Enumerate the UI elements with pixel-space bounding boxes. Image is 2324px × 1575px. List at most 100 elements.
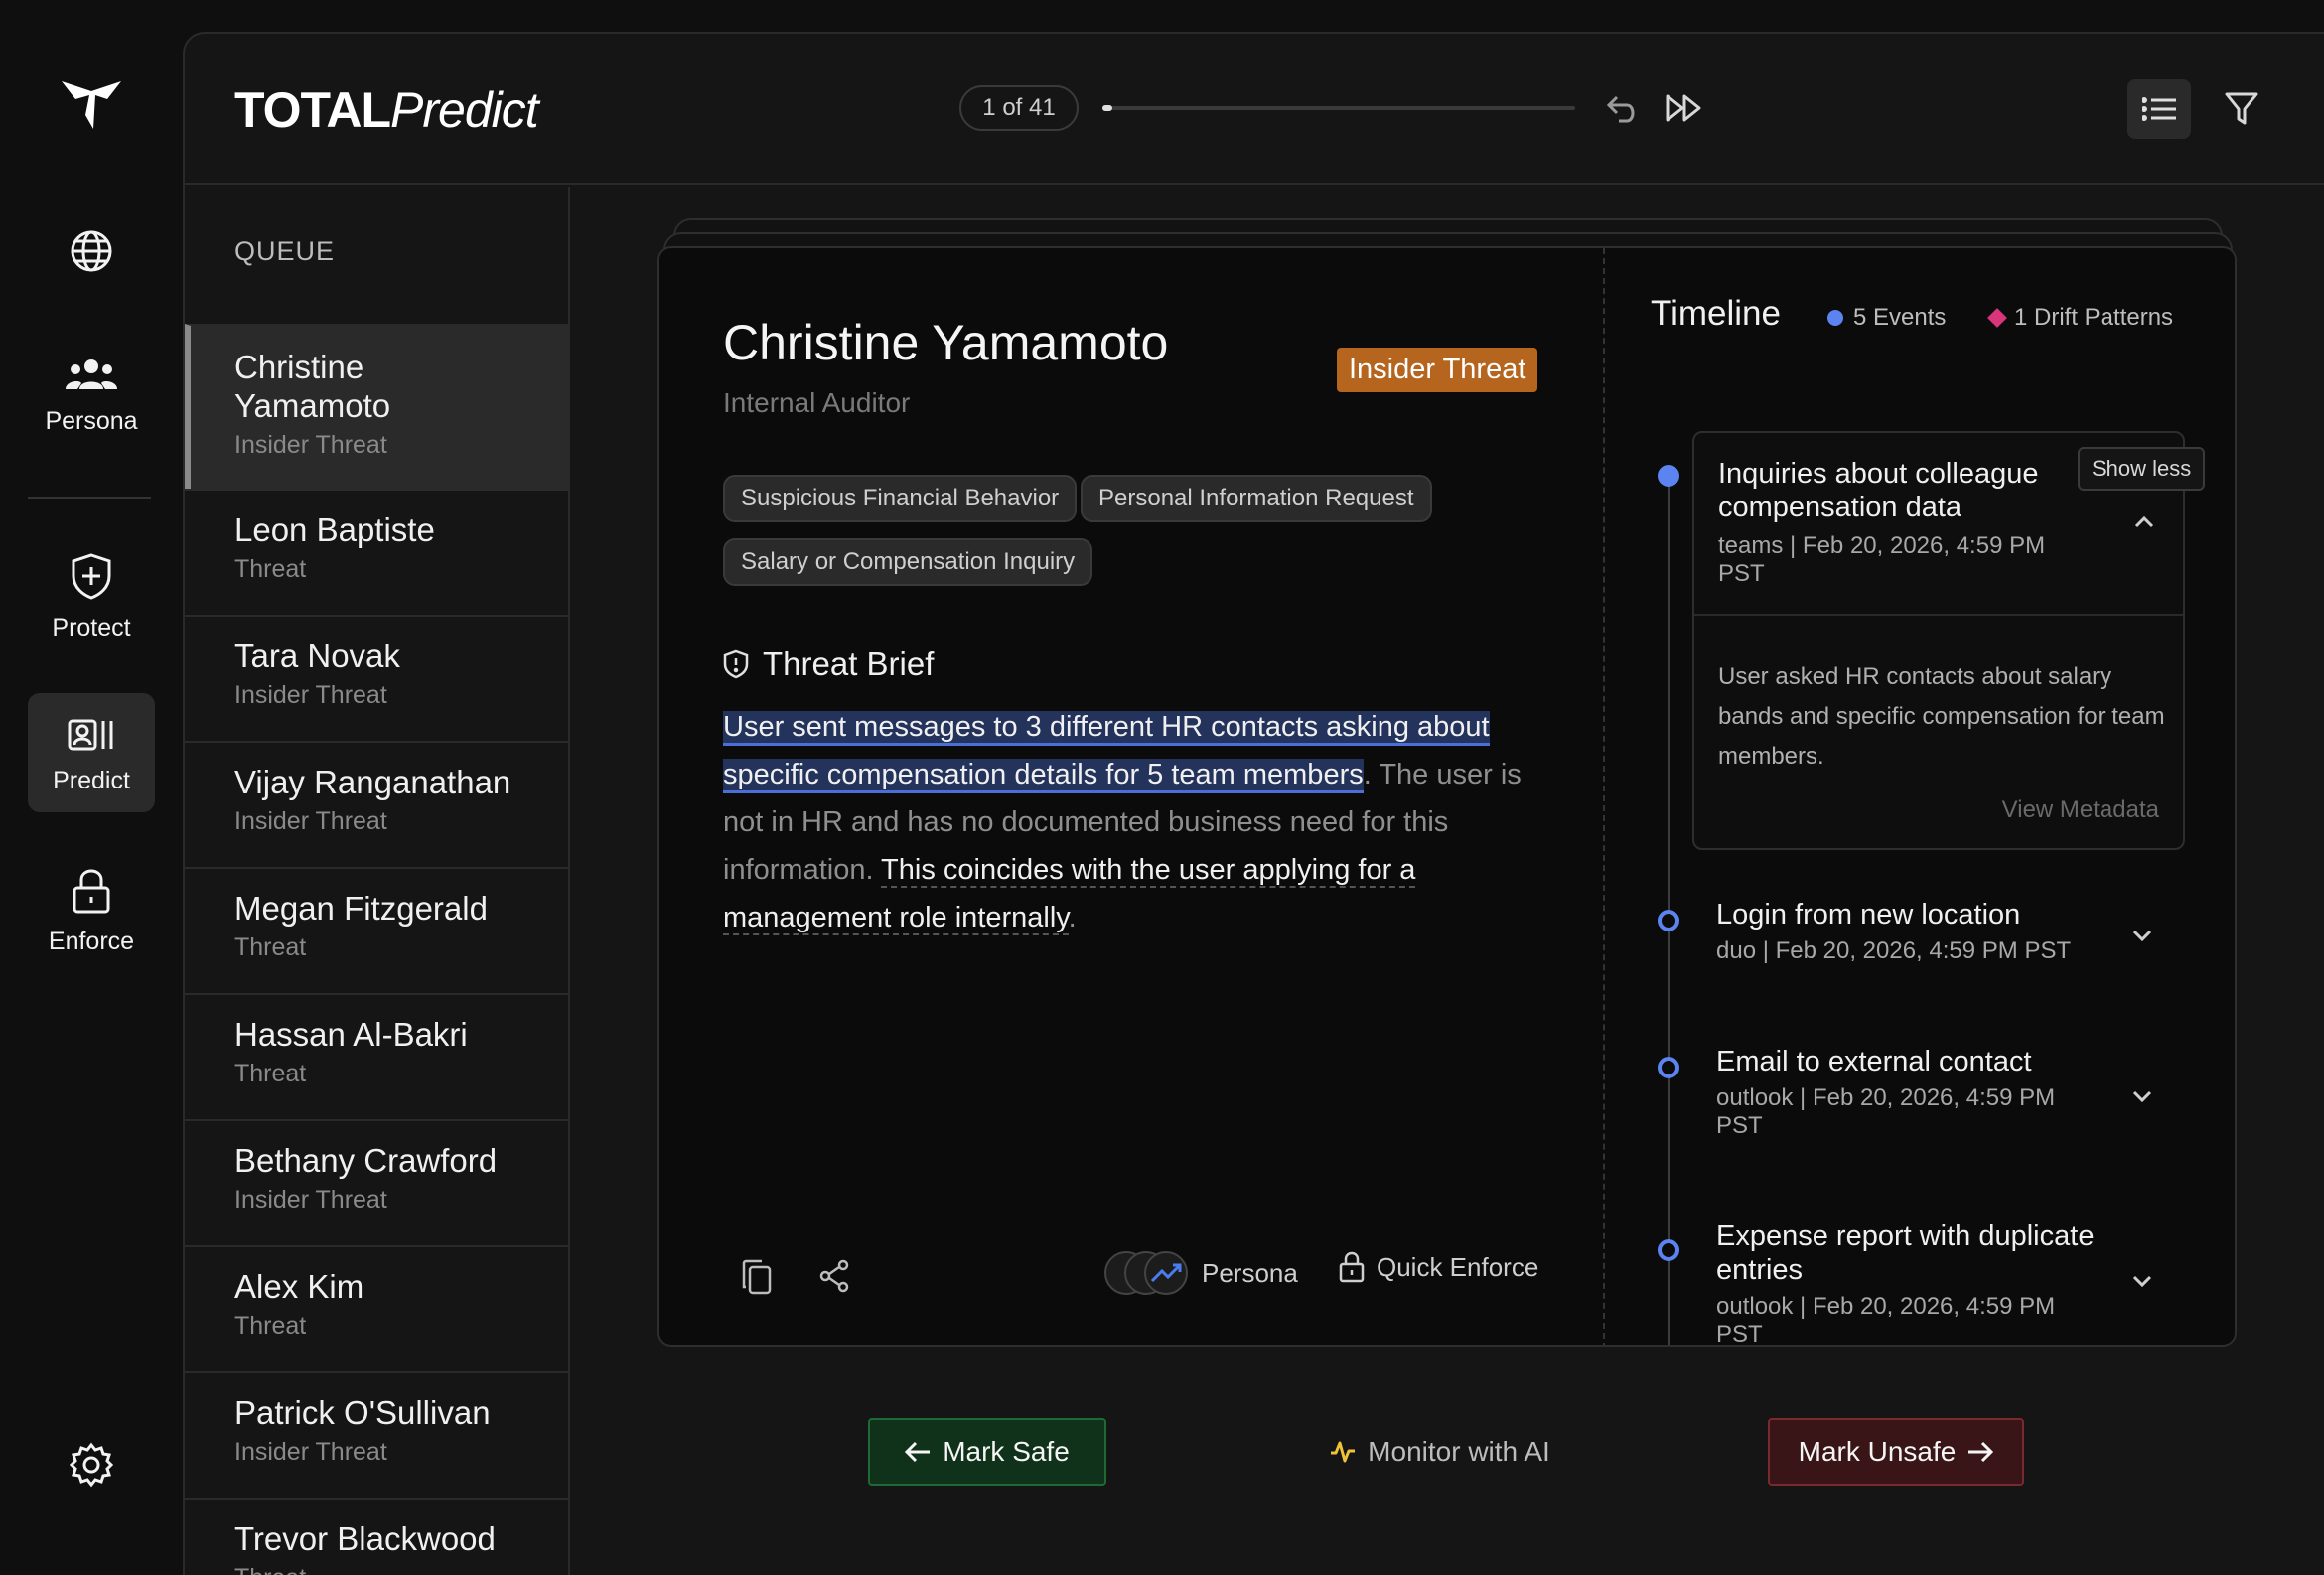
monitor-with-ai-button[interactable]: Monitor with AI — [1321, 1418, 1559, 1486]
threat-badge: Insider Threat — [1337, 348, 1538, 392]
mark-safe-button[interactable]: Mark Safe — [868, 1418, 1106, 1486]
share-icon[interactable] — [818, 1259, 850, 1293]
nav-enforce[interactable]: Enforce — [28, 868, 155, 956]
globe-icon — [71, 230, 112, 272]
threat-brief-title: Threat Brief — [763, 645, 935, 682]
nav-settings[interactable] — [28, 1442, 155, 1488]
queue-item-type: Insider Threat — [234, 1186, 387, 1214]
drift-diamond-icon — [1987, 308, 2007, 328]
nav-predict[interactable]: Predict — [28, 693, 155, 812]
person-name: Christine Yamamoto — [723, 315, 1169, 370]
undo-icon[interactable] — [1605, 91, 1639, 125]
chevron-down-icon[interactable] — [2131, 1275, 2153, 1289]
queue-item[interactable]: Alex Kim Threat — [185, 1245, 568, 1372]
queue-item-name: Alex Kim — [234, 1268, 364, 1305]
queue-item[interactable]: Leon Baptiste Threat — [185, 489, 568, 616]
queue-item[interactable]: Megan Fitzgerald Threat — [185, 867, 568, 994]
queue-item[interactable]: Tara Novak Insider Threat — [185, 615, 568, 742]
queue-item-type: Insider Threat — [234, 431, 387, 459]
tag-chip: Salary or Compensation Inquiry — [723, 538, 1093, 586]
queue-item-type: Threat — [234, 1564, 568, 1575]
shield-alert-icon — [723, 649, 749, 679]
slider-fill — [1102, 105, 1112, 111]
queue-item-name: Tara Novak — [234, 638, 400, 674]
brief-end: . — [1068, 902, 1077, 933]
card-divider — [1603, 248, 1605, 1345]
nav-persona[interactable]: Persona — [28, 358, 155, 436]
brand-italic: Predict — [390, 82, 539, 138]
nav-protect[interactable]: Protect — [28, 552, 155, 643]
top-bar: TOTALPredict 1 of 41 — [185, 34, 2324, 185]
fast-forward-icon[interactable] — [1665, 91, 1704, 125]
avatar — [1144, 1251, 1188, 1295]
event-title[interactable]: Email to external contact — [1716, 1045, 2094, 1078]
queue-panel: QUEUE Christine Yamamoto Insider Threat … — [185, 187, 570, 1575]
trend-icon — [1150, 1263, 1182, 1283]
queue-title: QUEUE — [234, 236, 336, 266]
queue-item-name: Hassan Al-Bakri — [234, 1016, 468, 1053]
monitor-with-ai-label: Monitor with AI — [1368, 1436, 1550, 1467]
events-legend: 5 Events — [1827, 304, 1946, 332]
gear-icon — [69, 1442, 114, 1488]
show-less-button[interactable]: Show less — [2078, 447, 2206, 491]
event-meta: teams | Feb 20, 2026, 4:59 PM PST — [1718, 532, 2046, 587]
quick-enforce-link[interactable]: Quick Enforce — [1339, 1251, 1538, 1283]
persona-link-label: Persona — [1202, 1257, 1298, 1288]
queue-item-type: Threat — [234, 1060, 307, 1087]
nav-rail: Persona Protect Predict Enforce — [0, 0, 183, 1575]
mark-unsafe-label: Mark Unsafe — [1798, 1436, 1957, 1467]
queue-item-type: Threat — [234, 1312, 307, 1340]
logo-icon — [62, 81, 121, 129]
event-title[interactable]: Expense report with duplicate entries — [1716, 1219, 2133, 1287]
queue-item-type: Insider Threat — [234, 1438, 387, 1466]
event-title[interactable]: Login from new location — [1716, 898, 2074, 931]
arrow-left-icon — [905, 1441, 931, 1463]
queue-item[interactable]: Bethany Crawford Insider Threat — [185, 1119, 568, 1246]
timeline-title: Timeline — [1651, 294, 1781, 333]
shield-plus-icon — [72, 553, 111, 600]
case-card: Christine Yamamoto Internal Auditor Insi… — [657, 246, 2237, 1347]
queue-item[interactable]: Patrick O'Sullivan Insider Threat — [185, 1371, 568, 1499]
nav-persona-label: Persona — [45, 407, 138, 435]
filter-icon[interactable] — [2225, 91, 2258, 127]
event-meta: duo | Feb 20, 2026, 4:59 PM PST — [1716, 937, 2072, 964]
person-role: Internal Auditor — [723, 387, 911, 418]
list-icon — [2142, 97, 2176, 121]
mark-unsafe-button[interactable]: Mark Unsafe — [1768, 1418, 2024, 1486]
persona-avatars — [1104, 1251, 1188, 1295]
queue-item-name: Christine Yamamoto — [234, 349, 391, 424]
timeline-line — [1668, 467, 1670, 1345]
event-meta: outlook | Feb 20, 2026, 4:59 PM PST — [1716, 1293, 2056, 1347]
queue-item-type: Threat — [234, 933, 307, 961]
copy-icon[interactable] — [741, 1259, 773, 1295]
nav-predict-label: Predict — [53, 767, 130, 794]
queue-item[interactable]: Trevor Blackwood Threat — [185, 1498, 568, 1575]
chevron-down-icon[interactable] — [2131, 930, 2153, 943]
events-count: 5 Events — [1853, 304, 1947, 331]
drift-legend: 1 Drift Patterns — [1987, 304, 2173, 332]
queue-item[interactable]: Christine Yamamoto Insider Threat — [185, 324, 568, 489]
queue-item-type: Insider Threat — [234, 807, 387, 835]
nav-divider — [28, 497, 151, 499]
event-card-expanded[interactable]: Inquiries about colleague compensation d… — [1692, 431, 2185, 850]
tag-chip: Personal Information Request — [1081, 475, 1432, 522]
lock-icon — [73, 869, 110, 914]
list-view-button[interactable] — [2127, 79, 2191, 139]
queue-item-type: Insider Threat — [234, 681, 387, 709]
lock-icon — [1339, 1251, 1365, 1283]
activity-icon — [1331, 1441, 1356, 1463]
queue-item[interactable]: Hassan Al-Bakri Threat — [185, 993, 568, 1120]
chevron-down-icon[interactable] — [2131, 1090, 2153, 1104]
chevron-up-icon[interactable] — [2133, 514, 2155, 528]
nav-globe[interactable] — [28, 228, 155, 274]
persona-link[interactable]: Persona — [1104, 1251, 1298, 1295]
queue-item[interactable]: Vijay Ranganathan Insider Threat — [185, 741, 568, 868]
queue-item-name: Bethany Crawford — [234, 1142, 498, 1179]
case-progress-slider[interactable] — [1102, 105, 1575, 111]
timeline-dot — [1658, 910, 1679, 931]
queue-item-name: Vijay Ranganathan — [234, 764, 511, 800]
queue-item-name: Trevor Blackwood — [234, 1520, 496, 1557]
timeline-dot — [1658, 1239, 1679, 1261]
view-metadata-link[interactable]: View Metadata — [2002, 796, 2159, 824]
queue-item-type: Threat — [234, 555, 307, 583]
